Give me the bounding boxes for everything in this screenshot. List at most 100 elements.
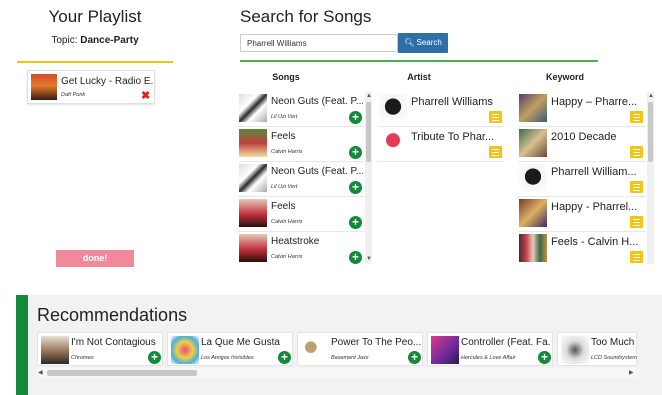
keyword-image [519, 199, 547, 227]
list-icon[interactable] [630, 251, 643, 263]
recommendations-title: Recommendations [37, 305, 188, 325]
song-artist: Calvin Harris [271, 219, 303, 225]
recommendation-title: La Que Me Gusta [201, 337, 280, 348]
list-icon[interactable] [489, 146, 502, 158]
song-row[interactable]: Heatstroke Calvin Harris + [238, 232, 364, 264]
album-art-thumbnail [239, 234, 267, 262]
keyword-name: Feels - Calvin H... [551, 236, 639, 248]
list-icon[interactable] [630, 111, 643, 123]
keyword-row[interactable]: Pharrell William... [518, 162, 646, 197]
artist-image [379, 129, 407, 157]
song-row[interactable]: Neon Guts (Feat. P... Lil Uzi Vert + [238, 162, 364, 197]
song-artist: Lil Uzi Vert [271, 184, 298, 190]
recommendation-artist: Hercules & Love Affair [461, 355, 516, 361]
recommendation-artist: LCD Soundsystem [591, 355, 637, 361]
recommendations-accent-bar [16, 295, 28, 395]
songs-list[interactable]: Neon Guts (Feat. P... Lil Uzi Vert + Fee… [238, 92, 364, 264]
keyword-name: Pharrell William... [551, 166, 637, 178]
search-title: Search for Songs [240, 7, 372, 26]
keywords-list[interactable]: Happy – Pharre... 2010 Decade Pharrell W… [518, 92, 646, 264]
album-art-thumbnail [431, 336, 459, 364]
recommendation-card[interactable]: Too Much L... LCD Soundsystem [557, 332, 637, 366]
keyword-name: Happy – Pharre... [551, 96, 638, 108]
song-row[interactable]: Feels Calvin Harris + [238, 197, 364, 232]
search-input[interactable] [240, 34, 398, 52]
add-icon[interactable]: + [349, 111, 362, 124]
keyword-row[interactable]: 2010 Decade [518, 127, 646, 162]
column-header-keyword: Keyword [545, 72, 584, 82]
keyword-row[interactable]: Feels - Calvin H... [518, 232, 646, 264]
recommendation-card[interactable]: Controller (Feat. Fa... Hercules & Love … [427, 332, 553, 366]
list-icon[interactable] [489, 111, 502, 123]
song-row[interactable]: Feels Calvin Harris + [238, 127, 364, 162]
recommendation-title: Power To The Peo... [331, 337, 421, 348]
add-icon[interactable]: + [349, 216, 362, 229]
song-title: Heatstroke [271, 236, 320, 247]
album-art-thumbnail [301, 336, 329, 364]
keywords-scrollbar[interactable]: ▲ [647, 92, 654, 264]
album-art-thumbnail [239, 94, 267, 122]
recommendation-card[interactable]: Power To The Peo... Basement Jaxx + [297, 332, 423, 366]
song-title: Neon Guts (Feat. P... [271, 96, 363, 107]
album-art-thumbnail [41, 336, 69, 364]
album-art-thumbnail [561, 336, 589, 364]
recommendation-artist: Los Amigos Invisibles [201, 355, 254, 361]
scroll-up-icon[interactable]: ▲ [366, 93, 372, 99]
song-artist: Calvin Harris [271, 254, 303, 260]
add-icon[interactable]: + [349, 251, 362, 264]
album-art-thumbnail [239, 129, 267, 157]
topic-label: Topic: [51, 35, 81, 46]
add-icon[interactable]: + [408, 351, 421, 364]
recommendation-title: Controller (Feat. Fa... [461, 337, 551, 348]
scroll-right-icon[interactable]: ▶ [629, 370, 634, 376]
song-row[interactable]: Neon Guts (Feat. P... Lil Uzi Vert + [238, 92, 364, 127]
album-art-thumbnail [171, 336, 199, 364]
artists-list[interactable]: Pharrell Williams Tribute To Phar... [378, 92, 504, 164]
app-page: Your Playlist Topic: Dance-Party Get Luc… [0, 0, 662, 395]
keyword-name: Happy - Pharrel... [551, 201, 638, 213]
scroll-down-icon[interactable]: ▼ [366, 256, 372, 262]
add-icon[interactable]: + [538, 351, 551, 364]
done-button[interactable]: done! [56, 250, 134, 267]
song-artist: Calvin Harris [271, 149, 303, 155]
artist-row[interactable]: Pharrell Williams [378, 92, 504, 127]
add-icon[interactable]: + [278, 351, 291, 364]
search-button[interactable]: 🔍︎ Search [398, 33, 448, 53]
song-title: Feels [271, 131, 296, 142]
keyword-image [519, 129, 547, 157]
add-icon[interactable]: + [148, 351, 161, 364]
recommendation-card[interactable]: La Que Me Gusta Los Amigos Invisibles + [167, 332, 293, 366]
add-icon[interactable]: + [349, 181, 362, 194]
artist-name: Pharrell Williams [411, 96, 493, 108]
album-art-thumbnail [239, 164, 267, 192]
scroll-left-icon[interactable]: ◀ [38, 370, 43, 376]
remove-icon[interactable]: ✖ [141, 91, 150, 102]
keywords-scrollbar-thumb[interactable] [648, 102, 653, 162]
artist-row[interactable]: Tribute To Phar... [378, 127, 504, 162]
recommendation-artist: Chromeo [71, 355, 94, 361]
add-icon[interactable]: + [349, 146, 362, 159]
list-icon[interactable] [630, 181, 643, 193]
list-icon[interactable] [630, 146, 643, 158]
recommendation-title: I'm Not Contagious [71, 337, 156, 348]
artist-name: Tribute To Phar... [411, 131, 495, 143]
scroll-up-icon[interactable]: ▲ [648, 93, 654, 99]
list-icon[interactable] [630, 216, 643, 228]
song-artist: Lil Uzi Vert [271, 114, 298, 120]
keyword-image [519, 234, 547, 262]
playlist-divider [17, 61, 173, 63]
keyword-row[interactable]: Happy – Pharre... [518, 92, 646, 127]
topic-value: Dance-Party [80, 35, 139, 46]
search-button-label: Search [416, 38, 442, 47]
artist-image [379, 94, 407, 122]
keyword-row[interactable]: Happy - Pharrel... [518, 197, 646, 232]
recommendations-scrollbar[interactable]: ◀ ▶ [37, 368, 637, 378]
playlist-item-artist: Daft Punk [61, 92, 86, 98]
recommendations-scrollbar-thumb[interactable] [47, 370, 197, 376]
recommendation-card[interactable]: I'm Not Contagious Chromeo + [37, 332, 163, 366]
songs-scrollbar-thumb[interactable] [366, 102, 371, 162]
search-divider [240, 60, 598, 62]
playlist-title: Your Playlist [48, 7, 142, 26]
playlist-item[interactable]: Get Lucky - Radio E... Daft Punk ✖ [27, 70, 155, 104]
songs-scrollbar[interactable]: ▲ ▼ [365, 92, 372, 264]
